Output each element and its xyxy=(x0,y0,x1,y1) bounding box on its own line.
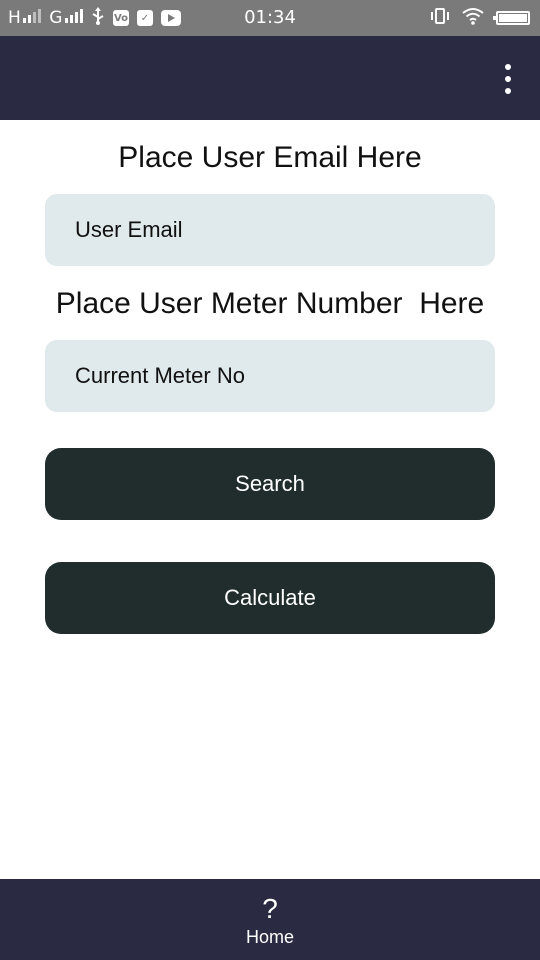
meter-label: Place User Meter Number Here xyxy=(55,287,485,320)
more-vert-icon[interactable] xyxy=(502,64,514,94)
signal-2-indicator: G xyxy=(49,8,83,28)
app-bar xyxy=(0,36,540,120)
email-field[interactable] xyxy=(75,217,495,243)
calculate-button[interactable]: Calculate xyxy=(45,562,495,634)
youtube-icon xyxy=(160,10,181,26)
check-icon: ✓ xyxy=(136,10,153,26)
status-left-group: H G Vo ✓ xyxy=(8,0,181,36)
meter-number-field[interactable] xyxy=(75,363,495,389)
vibrate-icon xyxy=(430,7,450,29)
battery-icon xyxy=(493,11,530,25)
volte-icon: Vo xyxy=(112,10,129,26)
signal-1-label: H xyxy=(8,8,22,28)
signal-2-bars-icon xyxy=(64,9,83,23)
signal-1-indicator: H xyxy=(8,8,42,28)
nav-home-label: Home xyxy=(245,927,294,947)
email-field-container xyxy=(45,194,495,266)
signal-1-bars-icon xyxy=(23,9,42,23)
signal-2-label: G xyxy=(49,8,63,28)
meter-field-container xyxy=(45,340,495,412)
usb-icon xyxy=(91,7,105,29)
search-button[interactable]: Search xyxy=(45,448,495,520)
app-screen: 01:34 H G Vo ✓ Place User Email Here Use… xyxy=(0,0,540,960)
bottom-nav: ? Home xyxy=(0,879,540,960)
status-right-group xyxy=(430,0,530,36)
nav-home-tab[interactable]: ? Home xyxy=(220,879,320,960)
email-label: Place User Email Here xyxy=(118,141,422,174)
status-bar: 01:34 H G Vo ✓ xyxy=(0,0,540,36)
home-question-icon: ? xyxy=(262,893,278,924)
wifi-icon xyxy=(462,7,484,29)
